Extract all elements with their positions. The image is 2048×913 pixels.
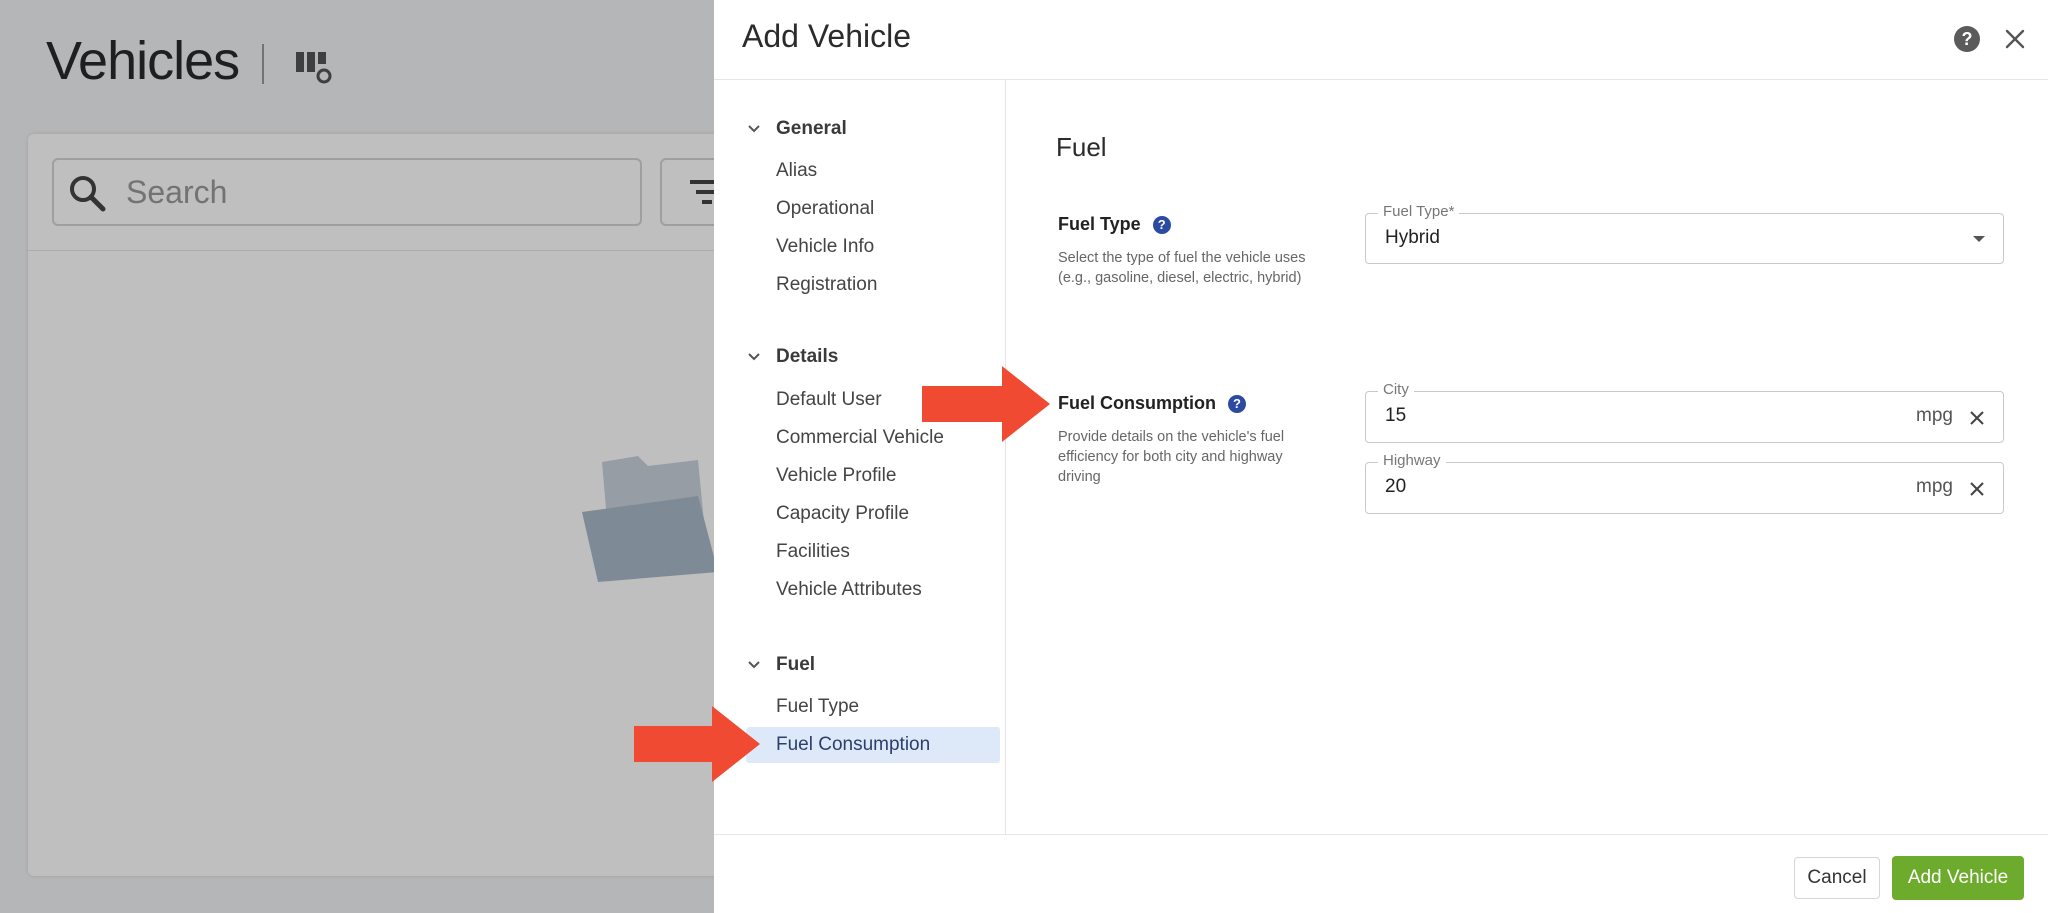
fuel-consumption-description: Provide details on the vehicle's fuel ef… bbox=[1058, 429, 1285, 485]
fuel-type-description: Select the type of fuel the vehicle uses… bbox=[1058, 250, 1306, 286]
nav-item-vehicle-profile[interactable]: Vehicle Profile bbox=[746, 458, 1000, 494]
city-unit: mpg bbox=[1916, 405, 1953, 426]
modal-backdrop[interactable] bbox=[0, 0, 714, 913]
nav-item-operational[interactable]: Operational bbox=[746, 191, 1000, 227]
help-icon[interactable]: ? bbox=[1227, 394, 1246, 413]
nav-section-details[interactable]: Details bbox=[746, 342, 838, 372]
modal-header: Add Vehicle ? bbox=[714, 0, 2048, 80]
nav-item-registration[interactable]: Registration bbox=[746, 267, 1000, 303]
help-icon[interactable]: ? bbox=[1152, 215, 1171, 234]
nav-item-capacity-profile[interactable]: Capacity Profile bbox=[746, 496, 1000, 532]
section-title: Fuel bbox=[1056, 132, 1107, 162]
chevron-down-icon bbox=[748, 661, 760, 669]
fuel-type-label: Fuel Type bbox=[1058, 214, 1141, 234]
city-mpg-field[interactable]: City 15 mpg bbox=[1365, 381, 2004, 443]
dropdown-caret-icon[interactable] bbox=[1973, 236, 1985, 242]
fuel-consumption-label-row: Fuel Consumption ? bbox=[1058, 393, 1246, 414]
nav-item-vehicle-info[interactable]: Vehicle Info bbox=[746, 229, 1000, 265]
fuel-type-legend: Fuel Type* bbox=[1378, 203, 1460, 221]
nav-item-facilities[interactable]: Facilities bbox=[746, 534, 1000, 570]
clear-icon[interactable] bbox=[1967, 479, 1987, 499]
nav-section-label: General bbox=[776, 118, 847, 139]
clear-icon[interactable] bbox=[1967, 408, 1987, 428]
nav-section-general[interactable]: General bbox=[746, 114, 847, 144]
annotation-arrow-icon bbox=[922, 366, 1050, 442]
nav-item-fuel-type[interactable]: Fuel Type bbox=[746, 689, 1000, 725]
help-icon[interactable]: ? bbox=[1954, 26, 1980, 52]
nav-section-fuel[interactable]: Fuel bbox=[746, 650, 815, 680]
annotation-arrow-icon bbox=[634, 706, 760, 782]
nav-section-label: Details bbox=[776, 346, 839, 367]
close-icon[interactable] bbox=[2000, 24, 2030, 54]
chevron-down-icon bbox=[748, 125, 760, 133]
add-vehicle-button[interactable]: Add Vehicle bbox=[1892, 856, 2024, 900]
form-content: Fuel Fuel Type ? Select the type of fuel… bbox=[1007, 80, 2048, 834]
fuel-type-value: Hybrid bbox=[1385, 227, 1440, 248]
fuel-type-select[interactable]: Fuel Type* Hybrid bbox=[1365, 203, 2004, 264]
cancel-button[interactable]: Cancel bbox=[1794, 857, 1880, 899]
chevron-down-icon bbox=[748, 353, 760, 361]
nav-section-label: Fuel bbox=[776, 654, 816, 675]
highway-legend: Highway bbox=[1378, 452, 1446, 470]
modal-footer: Cancel Add Vehicle bbox=[714, 834, 2048, 913]
nav-item-vehicle-attributes[interactable]: Vehicle Attributes bbox=[746, 572, 1000, 608]
city-legend: City bbox=[1378, 381, 1414, 399]
city-value[interactable]: 15 bbox=[1385, 405, 1406, 427]
modal-title: Add Vehicle bbox=[742, 18, 912, 54]
fuel-consumption-label: Fuel Consumption bbox=[1058, 393, 1216, 413]
nav-item-alias[interactable]: Alias bbox=[746, 153, 1000, 189]
add-vehicle-modal: Add Vehicle ? General Alias Operational … bbox=[714, 0, 2048, 913]
highway-unit: mpg bbox=[1916, 476, 1953, 497]
highway-value[interactable]: 20 bbox=[1385, 476, 1406, 498]
highway-mpg-field[interactable]: Highway 20 mpg bbox=[1365, 452, 2004, 514]
nav-item-fuel-consumption[interactable]: Fuel Consumption bbox=[746, 727, 1000, 763]
fuel-type-label-row: Fuel Type ? bbox=[1058, 214, 1171, 235]
